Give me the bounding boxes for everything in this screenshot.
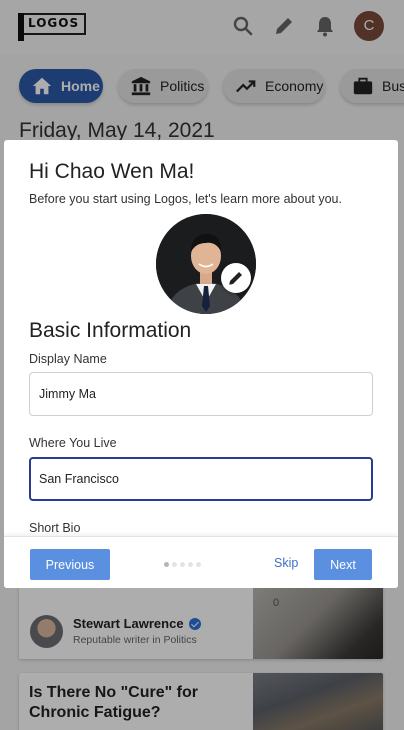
dialog-content[interactable]: Hi Chao Wen Ma! Before you start using L…: [4, 140, 398, 536]
edit-photo-button[interactable]: [221, 263, 251, 293]
display-name-label: Display Name: [29, 352, 107, 366]
display-name-input[interactable]: [29, 372, 373, 416]
step-dot-5: [196, 562, 201, 567]
pencil-icon: [229, 272, 242, 285]
step-dot-1: [164, 562, 169, 567]
intro-text: Before you start using Logos, let's lear…: [29, 192, 342, 206]
step-dot-4: [188, 562, 193, 567]
short-bio-label: Short Bio: [29, 521, 81, 535]
step-indicator: [164, 562, 201, 567]
step-dot-2: [172, 562, 177, 567]
onboarding-dialog: Hi Chao Wen Ma! Before you start using L…: [4, 140, 398, 588]
location-label: Where You Live: [29, 436, 117, 450]
skip-button[interactable]: Skip: [274, 556, 298, 570]
previous-button[interactable]: Previous: [30, 549, 110, 580]
greeting-heading: Hi Chao Wen Ma!: [29, 160, 195, 183]
location-input[interactable]: [29, 457, 373, 501]
step-dot-3: [180, 562, 185, 567]
dialog-footer: Previous Skip Next: [4, 536, 398, 588]
next-button[interactable]: Next: [314, 549, 372, 580]
section-heading: Basic Information: [29, 319, 192, 342]
